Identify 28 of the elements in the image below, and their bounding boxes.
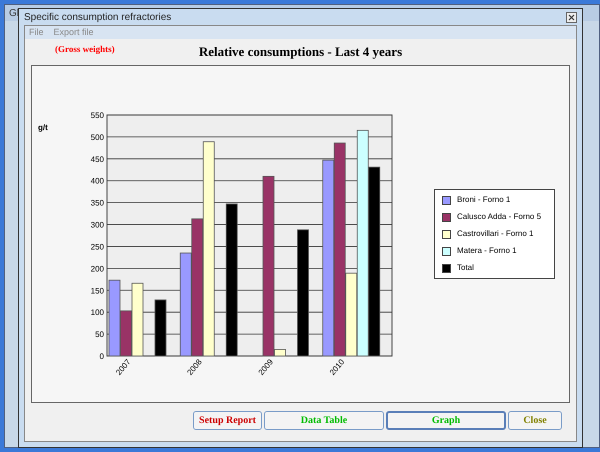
y-tick-label: 400 [90,176,104,186]
dialog-button[interactable]: Close [508,411,562,430]
legend-label: Castrovillari - Forno 1 [457,228,534,240]
note: (Gross weights) [55,43,115,56]
dialog-button[interactable]: Setup Report [193,411,262,430]
y-tick-label: 0 [100,352,104,361]
window-title: Specific consumption refractories [24,10,172,24]
y-tick-label: 250 [90,242,104,252]
y-tick-label: 200 [90,264,104,274]
y-tick-label: 300 [90,220,104,230]
menu-item[interactable]: Export file [54,26,94,40]
y-tick-label: 350 [90,198,104,208]
dialog-button[interactable]: Graph [386,411,506,430]
y-tick-label: 550 [90,111,104,120]
legend-label: Matera - Forno 1 [457,245,517,257]
y-tick-label: 100 [90,308,104,318]
dialog-button[interactable]: Data Table [264,411,384,430]
menu-item[interactable]: File [29,26,44,40]
y-tick-label: 50 [95,330,104,340]
y-tick-label: 450 [90,154,104,164]
chart-heading: Relative consumptions - Last 4 years [198,43,402,62]
legend-label: Calusco Adda - Forno 5 [457,211,542,223]
y-tick-label: 150 [90,286,104,296]
legend-label: Total [457,262,474,274]
legend-label: Broni - Forno 1 [457,194,510,206]
close-icon[interactable] [566,12,577,22]
axis-unit: g/t [38,123,48,132]
y-tick-label: 500 [90,132,104,142]
